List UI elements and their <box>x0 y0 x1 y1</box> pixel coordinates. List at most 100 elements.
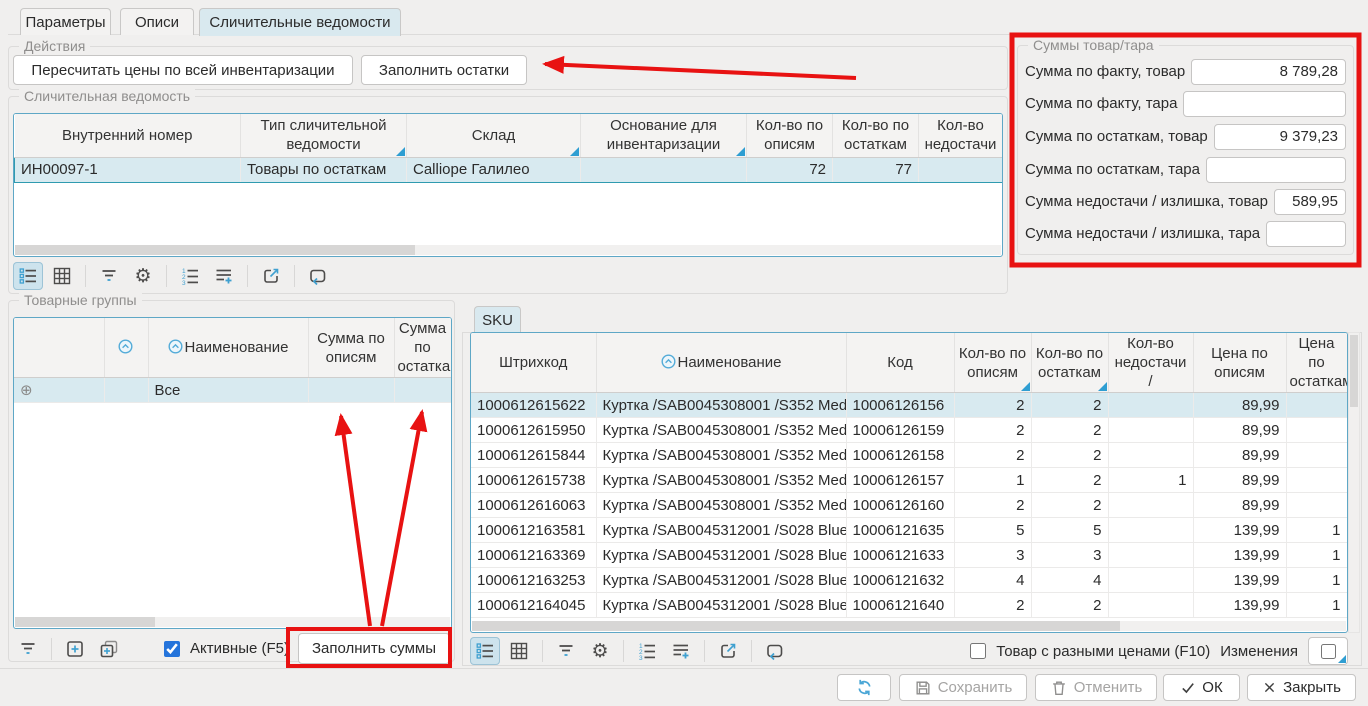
sort-ascending-icon[interactable] <box>118 339 133 354</box>
column-header-qty-shortage[interactable]: Кол-во недостачи <box>919 114 1003 157</box>
table-cell <box>1108 443 1193 468</box>
sum-remainders-tare-input[interactable] <box>1206 157 1346 183</box>
column-header-qty-by-remainders[interactable]: Кол-во по остаткам <box>833 114 919 157</box>
add-to-list-icon[interactable] <box>666 637 696 665</box>
column-header-name[interactable]: Наименование <box>596 333 846 393</box>
table-row[interactable]: 1000612163581Куртка /SAB0045312001 /S028… <box>471 518 1347 543</box>
expand-all-icon[interactable] <box>94 635 124 663</box>
table-row[interactable]: 1000612615844Куртка /SAB0045308001 /S352… <box>471 443 1347 468</box>
open-in-new-window-icon[interactable] <box>256 262 286 290</box>
table-cell: 2 <box>954 593 1031 618</box>
table-row[interactable]: ⊕Все <box>14 378 451 403</box>
settings-gear-icon[interactable]: ⚙ <box>585 637 615 665</box>
settings-gear-icon[interactable]: ⚙ <box>128 262 158 290</box>
cancel-button[interactable]: Отменить <box>1035 674 1157 701</box>
column-header-qty-by-lists[interactable]: Кол-во по описям <box>747 114 833 157</box>
column-header-price-by-remainders[interactable]: Цена по остаткам <box>1286 333 1347 393</box>
column-header-code[interactable]: Код <box>846 333 954 393</box>
table-cell: Куртка /SAB0045312001 /S028 Blue / <box>596 543 846 568</box>
horizontal-scrollbar[interactable] <box>15 245 1001 255</box>
column-header-qty-by-lists[interactable]: Кол-во по описям <box>954 333 1031 393</box>
column-header-sort[interactable] <box>104 318 148 378</box>
table-row[interactable]: 1000612164045Куртка /SAB0045312001 /S028… <box>471 593 1347 618</box>
sum-fact-goods-input[interactable] <box>1191 59 1346 85</box>
table-row[interactable]: 1000612163369Куртка /SAB0045312001 /S028… <box>471 543 1347 568</box>
open-in-new-window-icon[interactable] <box>713 637 743 665</box>
expand-icon[interactable] <box>60 635 90 663</box>
table-cell: 1 <box>1286 543 1347 568</box>
product-groups-panel: Товарные группы Наименование Сумма по оп… <box>8 300 455 662</box>
scrollbar-thumb[interactable] <box>15 617 155 627</box>
tab-statements[interactable]: Сличительные ведомости <box>199 8 401 36</box>
fill-remainders-button[interactable]: Заполнить остатки <box>361 55 527 85</box>
column-header-warehouse[interactable]: Склад <box>407 114 581 157</box>
sum-shortage-goods-input[interactable] <box>1274 189 1346 215</box>
sum-remainders-goods-input[interactable] <box>1214 124 1346 150</box>
toolbar-separator <box>166 265 167 287</box>
scrollbar-thumb[interactable] <box>472 621 1120 631</box>
table-cell: 2 <box>1031 468 1108 493</box>
column-header-expand[interactable] <box>14 318 104 378</box>
scrollbar-thumb[interactable] <box>15 245 415 255</box>
diff-price-checkbox[interactable] <box>970 643 986 659</box>
group-title: Действия <box>19 37 90 55</box>
numbered-list-icon[interactable]: 123 <box>175 262 205 290</box>
column-header-qty-shortage[interactable]: Кол-во недостачи / <box>1108 333 1193 393</box>
scrollbar-thumb[interactable] <box>1350 335 1358 407</box>
table-cell: 1 <box>1108 468 1193 493</box>
filter-icon[interactable] <box>94 262 124 290</box>
toolbar-separator <box>623 640 624 662</box>
footer-divider <box>0 668 1368 669</box>
recalc-prices-button[interactable]: Пересчитать цены по всей инвентаризации <box>13 55 353 85</box>
svg-text:3: 3 <box>182 280 186 286</box>
column-header-name[interactable]: Наименование <box>148 318 308 378</box>
column-header-qty-by-remainders[interactable]: Кол-во по остаткам <box>1031 333 1108 393</box>
sum-shortage-tare-input[interactable] <box>1266 221 1346 247</box>
list-view-icon[interactable] <box>13 262 43 290</box>
table-view-icon[interactable] <box>504 637 534 665</box>
table-view-icon[interactable] <box>47 262 77 290</box>
vertical-scrollbar[interactable] <box>1348 332 1360 633</box>
changes-checkbox[interactable] <box>1321 644 1336 659</box>
active-f5-checkbox[interactable] <box>164 641 180 657</box>
sum-fact-goods-label: Сумма по факту, товар <box>1025 63 1185 80</box>
close-button[interactable]: Закрыть <box>1247 674 1356 701</box>
sort-ascending-icon[interactable] <box>661 354 676 369</box>
tab-sku[interactable]: SKU <box>474 306 521 333</box>
table-row[interactable]: 1000612615738Куртка /SAB0045308001 /S352… <box>471 468 1347 493</box>
filter-icon[interactable] <box>551 637 581 665</box>
add-to-list-icon[interactable] <box>209 262 239 290</box>
column-header-internal-number[interactable]: Внутренний номер <box>15 114 241 157</box>
fill-sums-button[interactable]: Заполнить суммы <box>298 633 450 664</box>
column-header-sum-by-remainders[interactable]: Сумма по остаткам <box>394 318 451 378</box>
reload-icon[interactable] <box>760 637 790 665</box>
filter-icon[interactable] <box>13 635 43 663</box>
horizontal-scrollbar[interactable] <box>15 617 450 627</box>
list-view-icon[interactable] <box>470 637 500 665</box>
sum-fact-tare-input[interactable] <box>1183 91 1346 117</box>
ok-button[interactable]: ОК <box>1163 674 1240 701</box>
horizontal-scrollbar[interactable] <box>472 621 1346 631</box>
column-header-statement-type[interactable]: Тип сличительной ведомости <box>241 114 407 157</box>
toolbar-separator <box>751 640 752 662</box>
table-row[interactable]: 1000612616063Куртка /SAB0045308001 /S352… <box>471 493 1347 518</box>
reload-icon[interactable] <box>303 262 333 290</box>
table-row[interactable]: 1000612615950Куртка /SAB0045308001 /S352… <box>471 418 1347 443</box>
table-cell: Куртка /SAB0045308001 /S352 Medi <box>596 468 846 493</box>
column-header-inventory-basis[interactable]: Основание для инвентаризации <box>581 114 747 157</box>
column-header-barcode[interactable]: Штрихкод <box>471 333 596 393</box>
table-cell: 1 <box>954 468 1031 493</box>
table-row[interactable]: 1000612615622Куртка /SAB0045308001 /S352… <box>471 393 1347 418</box>
numbered-list-icon[interactable]: 123 <box>632 637 662 665</box>
table-row[interactable]: 1000612163253Куртка /SAB0045312001 /S028… <box>471 568 1347 593</box>
tab-parameters[interactable]: Параметры <box>20 8 111 35</box>
table-row[interactable]: ИН00097-1Товары по остаткамCalliope Гали… <box>15 157 1003 182</box>
tab-opisi[interactable]: Описи <box>120 8 194 35</box>
changes-field[interactable] <box>1308 637 1348 665</box>
save-button[interactable]: Сохранить <box>899 674 1027 701</box>
table-cell: 2 <box>1031 418 1108 443</box>
column-header-sum-by-lists[interactable]: Сумма по описям <box>308 318 394 378</box>
column-header-price-by-lists[interactable]: Цена по описям <box>1193 333 1286 393</box>
sort-ascending-icon[interactable] <box>168 339 183 354</box>
refresh-button[interactable] <box>837 674 891 701</box>
